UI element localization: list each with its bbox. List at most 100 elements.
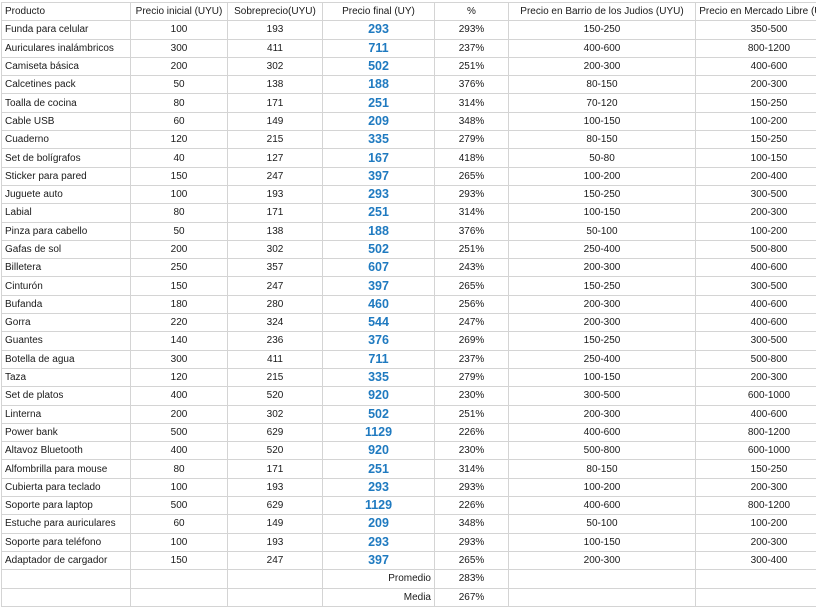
cell-markup[interactable]: 149 [228,515,323,533]
cell-mercadolibre-price-range[interactable]: 600-1000 [696,387,816,405]
cell-barrio-price-range[interactable]: 300-500 [509,387,696,405]
cell-barrio-price-range[interactable]: 200-300 [509,314,696,332]
empty-cell[interactable] [2,588,131,606]
cell-initial-price[interactable]: 300 [131,350,228,368]
cell-product-name[interactable]: Cuaderno [2,131,131,149]
cell-barrio-price-range[interactable]: 80-150 [509,131,696,149]
cell-markup[interactable]: 247 [228,277,323,295]
cell-initial-price[interactable]: 200 [131,405,228,423]
cell-percent[interactable]: 251% [435,57,509,75]
cell-initial-price[interactable]: 40 [131,149,228,167]
cell-product-name[interactable]: Altavoz Bluetooth [2,442,131,460]
cell-initial-price[interactable]: 200 [131,57,228,75]
cell-percent[interactable]: 293% [435,185,509,203]
cell-barrio-price-range[interactable]: 500-800 [509,442,696,460]
cell-final-price[interactable]: 1129 [323,423,435,441]
cell-initial-price[interactable]: 100 [131,185,228,203]
cell-product-name[interactable]: Sticker para pared [2,167,131,185]
cell-percent[interactable]: 251% [435,240,509,258]
cell-barrio-price-range[interactable]: 80-150 [509,76,696,94]
cell-mercadolibre-price-range[interactable]: 400-600 [696,259,816,277]
cell-product-name[interactable]: Pinza para cabello [2,222,131,240]
cell-final-price[interactable]: 188 [323,222,435,240]
cell-final-price[interactable]: 1129 [323,497,435,515]
cell-initial-price[interactable]: 120 [131,368,228,386]
cell-product-name[interactable]: Power bank [2,423,131,441]
empty-cell[interactable] [2,570,131,588]
cell-percent[interactable]: 247% [435,314,509,332]
cell-markup[interactable]: 302 [228,405,323,423]
cell-markup[interactable]: 247 [228,167,323,185]
cell-percent[interactable]: 314% [435,460,509,478]
cell-mercadolibre-price-range[interactable]: 150-250 [696,131,816,149]
cell-initial-price[interactable]: 100 [131,533,228,551]
cell-product-name[interactable]: Camiseta básica [2,57,131,75]
cell-initial-price[interactable]: 60 [131,515,228,533]
cell-product-name[interactable]: Soporte para teléfono [2,533,131,551]
cell-markup[interactable]: 193 [228,21,323,39]
column-header-percent[interactable]: % [435,3,509,21]
empty-cell[interactable] [509,570,696,588]
cell-initial-price[interactable]: 400 [131,442,228,460]
cell-final-price[interactable]: 335 [323,368,435,386]
cell-product-name[interactable]: Cinturón [2,277,131,295]
cell-initial-price[interactable]: 100 [131,21,228,39]
cell-final-price[interactable]: 502 [323,57,435,75]
cell-mercadolibre-price-range[interactable]: 150-250 [696,460,816,478]
cell-barrio-price-range[interactable]: 200-300 [509,259,696,277]
cell-markup[interactable]: 193 [228,533,323,551]
cell-product-name[interactable]: Estuche para auriculares [2,515,131,533]
empty-cell[interactable] [131,588,228,606]
cell-percent[interactable]: 251% [435,405,509,423]
cell-final-price[interactable]: 335 [323,131,435,149]
cell-mercadolibre-price-range[interactable]: 350-500 [696,21,816,39]
cell-initial-price[interactable]: 60 [131,112,228,130]
cell-percent[interactable]: 418% [435,149,509,167]
cell-percent[interactable]: 265% [435,277,509,295]
cell-mercadolibre-price-range[interactable]: 200-400 [696,167,816,185]
cell-final-price[interactable]: 397 [323,551,435,569]
cell-markup[interactable]: 149 [228,112,323,130]
cell-final-price[interactable]: 920 [323,387,435,405]
cell-markup[interactable]: 193 [228,185,323,203]
cell-percent[interactable]: 293% [435,533,509,551]
cell-product-name[interactable]: Set de bolígrafos [2,149,131,167]
cell-product-name[interactable]: Gafas de sol [2,240,131,258]
column-header-markup[interactable]: Sobreprecio(UYU) [228,3,323,21]
cell-initial-price[interactable]: 100 [131,478,228,496]
cell-mercadolibre-price-range[interactable]: 100-150 [696,149,816,167]
cell-markup[interactable]: 411 [228,350,323,368]
cell-product-name[interactable]: Alfombrilla para mouse [2,460,131,478]
cell-markup[interactable]: 171 [228,94,323,112]
cell-mercadolibre-price-range[interactable]: 500-800 [696,350,816,368]
cell-percent[interactable]: 256% [435,295,509,313]
cell-final-price[interactable]: 711 [323,39,435,57]
cell-initial-price[interactable]: 80 [131,460,228,478]
cell-mercadolibre-price-range[interactable]: 300-500 [696,332,816,350]
summary-label[interactable]: Promedio [323,570,435,588]
cell-final-price[interactable]: 293 [323,21,435,39]
cell-mercadolibre-price-range[interactable]: 300-500 [696,185,816,203]
cell-percent[interactable]: 226% [435,497,509,515]
cell-barrio-price-range[interactable]: 400-600 [509,497,696,515]
cell-markup[interactable]: 215 [228,368,323,386]
cell-mercadolibre-price-range[interactable]: 100-200 [696,515,816,533]
empty-cell[interactable] [696,588,816,606]
cell-product-name[interactable]: Cubierta para teclado [2,478,131,496]
cell-initial-price[interactable]: 250 [131,259,228,277]
cell-product-name[interactable]: Billetera [2,259,131,277]
cell-product-name[interactable]: Soporte para laptop [2,497,131,515]
cell-initial-price[interactable]: 220 [131,314,228,332]
cell-final-price[interactable]: 251 [323,460,435,478]
cell-barrio-price-range[interactable]: 100-150 [509,204,696,222]
cell-percent[interactable]: 376% [435,76,509,94]
cell-final-price[interactable]: 607 [323,259,435,277]
cell-percent[interactable]: 230% [435,442,509,460]
cell-barrio-price-range[interactable]: 100-150 [509,533,696,551]
cell-markup[interactable]: 138 [228,76,323,94]
cell-mercadolibre-price-range[interactable]: 150-250 [696,94,816,112]
cell-barrio-price-range[interactable]: 200-300 [509,57,696,75]
cell-final-price[interactable]: 209 [323,112,435,130]
cell-initial-price[interactable]: 500 [131,497,228,515]
cell-initial-price[interactable]: 80 [131,94,228,112]
